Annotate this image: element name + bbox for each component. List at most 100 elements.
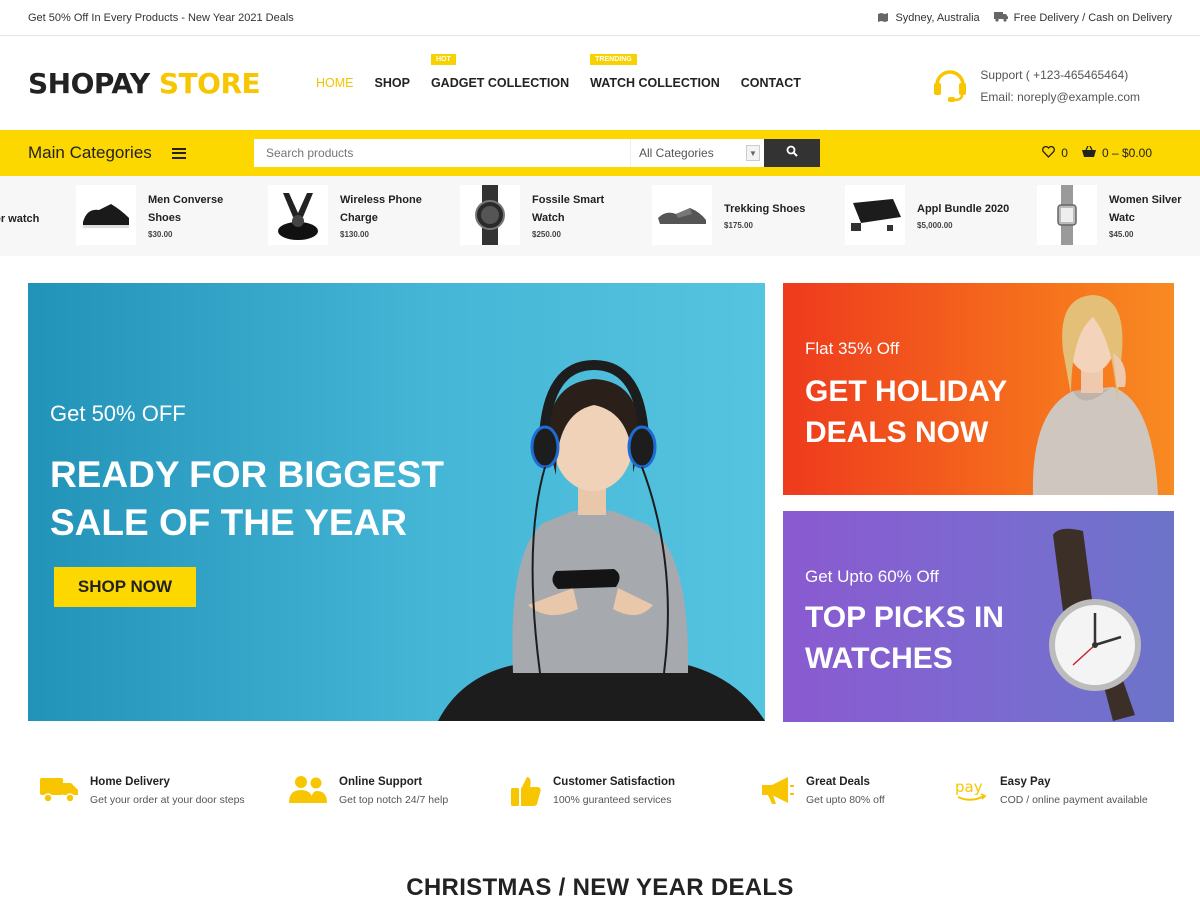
product-price: $250.00 [532,230,561,239]
carousel-item[interactable]: Men Converse Shoes $30.00 [76,184,248,246]
product-name: Appl Bundle 2020 [917,203,1010,215]
product-price: $130.00 [340,230,369,239]
section-title: CHRISTMAS / NEW YEAR DEALS [406,874,794,900]
nav-item-gadget-collection[interactable]: HOT GADGET COLLECTION [430,54,569,90]
feature-list: Home Delivery Get your order at your doo… [40,775,1180,819]
product-name: Women Silver Watc [1109,194,1182,224]
watches-headline: TOP PICKS IN WATCHES [805,601,1004,675]
category-select-value: All Categories [639,146,714,160]
heart-icon [1042,145,1056,161]
carousel-item[interactable]: Wireless Phone Charge $130.00 [268,184,440,246]
nav-label: CONTACT [740,76,801,90]
site-header: SHOPAY STORE HOME SHOP HOT GADGET COLLEC… [0,36,1200,130]
trending-badge: TRENDING [590,54,637,65]
product-thumbnail [652,185,712,245]
product-name: Men Converse Shoes [148,194,224,224]
shop-now-button[interactable]: SHOP NOW [54,567,196,607]
nav-label: SHOP [374,76,410,90]
feature-subtitle: Get upto 80% off [806,794,885,806]
watches-banner[interactable]: Get Upto 60% Off TOP PICKS IN WATCHES [783,511,1174,722]
carousel-item[interactable]: Trekking Shoes $175.00 [652,184,824,246]
wristwatch-image [1049,528,1141,721]
holiday-headline: GET HOLIDAY DEALS NOW [805,375,1007,449]
cart-link[interactable]: 0 – $0.00 [1081,145,1152,161]
feature-title: Online Support [339,776,423,788]
product-thumbnail [1037,185,1097,245]
thumbs-up-icon [511,775,541,812]
product-search: All Categories ▼ [254,139,820,167]
carousel-item[interactable]: her watch [0,188,88,250]
promo-text: Get 50% Off In Every Products - New Year… [28,11,294,24]
feature-subtitle: Get top notch 24/7 help [339,794,449,806]
feature-great-deals: Great Deals Get upto 80% off [760,775,885,810]
wishlist-link[interactable]: 0 [1042,145,1068,161]
wishlist-count: 0 [1061,146,1068,160]
feature-subtitle: COD / online payment available [1000,794,1148,806]
delivery-text: Free Delivery / Cash on Delivery [1013,11,1172,24]
location-text: Sydney, Australia [895,11,980,24]
feature-customer-satisfaction: Customer Satisfaction 100% guranteed ser… [511,775,675,812]
headset-icon [932,65,968,108]
carousel-item[interactable]: Women Silver Watc $45.00 [1037,184,1200,246]
nav-label: HOME [316,76,354,90]
category-select[interactable]: All Categories ▼ [630,139,764,167]
feature-easy-pay: pay Easy Pay COD / online payment availa… [954,775,1148,810]
feature-title: Home Delivery [90,776,170,788]
product-name: Fossile Smart Watch [532,194,605,224]
carousel-item[interactable]: Appl Bundle 2020 $5,000.00 [845,184,1017,246]
product-name: her watch [0,213,40,225]
menu-icon [171,147,186,159]
hot-badge: HOT [430,54,456,65]
hero-banner-main[interactable]: Get 50% OFF READY FOR BIGGEST SALE OF TH… [28,283,765,721]
product-price: $30.00 [148,230,173,239]
search-icon [786,144,798,162]
holiday-deals-banner[interactable]: Flat 35% Off GET HOLIDAY DEALS NOW [783,283,1174,495]
product-price: $5,000.00 [917,221,953,230]
logo-part-1: SHOPAY [28,66,150,100]
cart-area: 0 0 – $0.00 [1042,145,1152,161]
site-logo[interactable]: SHOPAY STORE [28,67,316,100]
nav-item-home[interactable]: HOME [316,76,354,90]
pay-icon: pay [954,775,988,810]
watches-kicker: Get Upto 60% Off [805,567,939,586]
woman-model-image [1032,295,1158,495]
product-price: $45.00 [1109,230,1134,239]
feature-title: Easy Pay [1000,776,1051,788]
nav-item-contact[interactable]: CONTACT [741,76,801,90]
feature-title: Customer Satisfaction [553,776,676,788]
delivery-info: Free Delivery / Cash on Delivery [993,11,1172,25]
location-info: Sydney, Australia [877,11,980,25]
product-thumbnail [460,185,520,245]
main-categories-label: Main Categories [28,143,152,162]
support-phone: Support ( +123-465465464) [980,68,1129,82]
top-bar: Get 50% Off In Every Products - New Year… [0,0,1200,36]
truck-icon [993,11,1008,25]
search-button[interactable] [764,139,820,167]
support-info: Support ( +123-465465464) Email: noreply… [932,64,1140,108]
hero-kicker: Get 50% OFF [50,401,186,426]
carousel-item[interactable]: Fossile Smart Watch $250.00 [460,184,632,246]
product-name: Trekking Shoes [724,203,806,215]
hero-headline: READY FOR BIGGEST SALE OF THE YEAR [50,454,445,543]
main-nav: HOME SHOP HOT GADGET COLLECTION TRENDING… [316,54,801,90]
feature-online-support: Online Support Get top notch 24/7 help [289,775,448,810]
product-thumbnail [76,185,136,245]
nav-label: WATCH COLLECTION [590,76,720,90]
svg-text:pay: pay [955,778,983,796]
nav-item-watch-collection[interactable]: TRENDING WATCH COLLECTION [590,54,720,90]
chevron-down-icon: ▼ [746,145,760,161]
feature-title: Great Deals [806,776,870,788]
main-categories-toggle[interactable]: Main Categories [28,143,254,163]
cart-summary: 0 – $0.00 [1101,146,1152,160]
category-search-bar: Main Categories All Categories ▼ 0 0 – $… [0,130,1200,176]
basket-icon [1081,145,1096,161]
users-icon [289,775,327,810]
map-icon [877,11,889,25]
product-carousel: her watch Men Converse Shoes $30.00 Wire… [0,176,1200,256]
support-email: Email: noreply@example.com [980,90,1140,104]
megaphone-icon [760,775,794,810]
product-price: $175.00 [724,221,753,230]
search-input[interactable] [254,139,630,167]
nav-item-shop[interactable]: SHOP [375,76,410,90]
feature-home-delivery: Home Delivery Get your order at your doo… [40,775,245,808]
